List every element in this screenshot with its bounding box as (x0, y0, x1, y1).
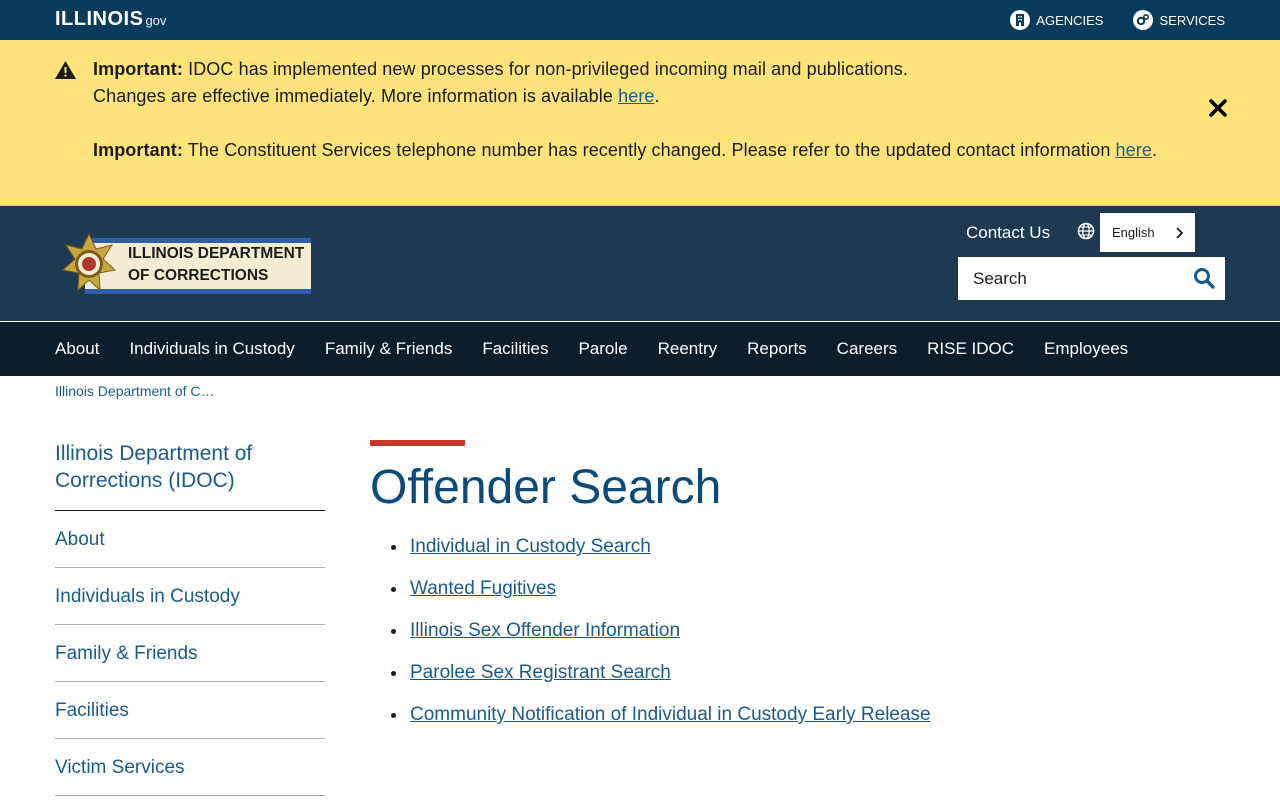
main-content: Offender Search Individual in Custody Se… (370, 440, 1230, 742)
alert-line-2: Changes are effective immediately. More … (93, 83, 1213, 110)
close-icon (1209, 99, 1227, 117)
nav-item-parole[interactable]: Parole (578, 339, 627, 359)
list-item: Wanted Fugitives (370, 574, 1230, 616)
offender-search-links: Individual in Custody Search Wanted Fugi… (370, 532, 1230, 742)
state-utility-bar: ILLINOIS gov AGENCIES SERVICES (0, 0, 1280, 40)
alert-phone-text: The Constituent Services telephone numbe… (183, 140, 1116, 160)
nav-item-about[interactable]: About (55, 339, 99, 359)
nav-item-careers[interactable]: Careers (837, 339, 897, 359)
sidebar-item-victim-services[interactable]: Victim Services (55, 739, 325, 796)
sidebar-item-individuals-in-custody[interactable]: Individuals in Custody (55, 568, 325, 625)
idoc-logo[interactable]: ILLINOIS DEPARTMENT OF CORRECTIONS (55, 232, 315, 302)
agencies-link[interactable]: AGENCIES (1010, 10, 1103, 30)
contact-us-link[interactable]: Contact Us (966, 223, 1050, 243)
bullet (391, 713, 396, 718)
alert-mail-here-link[interactable]: here (618, 86, 654, 106)
close-alert-button[interactable] (1206, 96, 1230, 120)
illinois-logo-word: ILLINOIS (55, 8, 144, 30)
top-links: AGENCIES SERVICES (1010, 0, 1225, 40)
early-release-notification-link[interactable]: Community Notification of Individual in … (410, 704, 931, 725)
individual-in-custody-search-link[interactable]: Individual in Custody Search (410, 536, 651, 557)
list-item: Parolee Sex Registrant Search (370, 658, 1230, 700)
page-title: Offender Search (370, 461, 722, 514)
site-search (958, 257, 1225, 300)
bullet (391, 671, 396, 676)
nav-item-rise-idoc[interactable]: RISE IDOC (927, 339, 1014, 359)
wanted-fugitives-link[interactable]: Wanted Fugitives (410, 578, 556, 599)
building-icon (1010, 10, 1031, 30)
nav-item-individuals-in-custody[interactable]: Individuals in Custody (129, 339, 294, 359)
nav-item-facilities[interactable]: Facilities (482, 339, 548, 359)
alert-phone-here-link[interactable]: here (1116, 140, 1152, 160)
sex-offender-information-link[interactable]: Illinois Sex Offender Information (410, 620, 680, 641)
alert-line-3: Important: The Constituent Services tele… (93, 137, 1213, 164)
nav-item-family-friends[interactable]: Family & Friends (325, 339, 453, 359)
alert-important-label-2: Important: (93, 140, 183, 160)
language-selector[interactable]: English (1100, 213, 1195, 252)
alert-message: Important: IDOC has implemented new proc… (93, 56, 1213, 164)
illinois-gov-logo[interactable]: ILLINOIS gov (55, 8, 166, 31)
alert-spacer (93, 110, 1213, 137)
nav-item-reports[interactable]: Reports (747, 339, 807, 359)
parolee-sex-registrant-search-link[interactable]: Parolee Sex Registrant Search (410, 662, 671, 683)
language-value: English (1112, 225, 1155, 240)
sidebar-item-facilities[interactable]: Facilities (55, 682, 325, 739)
services-link[interactable]: SERVICES (1133, 10, 1225, 30)
alert-mail-text: IDOC has implemented new processes for n… (183, 59, 908, 79)
list-item: Individual in Custody Search (370, 532, 1230, 574)
logo-line-1: ILLINOIS DEPARTMENT (128, 245, 305, 262)
services-label: SERVICES (1159, 12, 1225, 28)
warning-icon (55, 61, 76, 84)
logo-line-2: OF CORRECTIONS (128, 267, 268, 284)
title-accent-rule (370, 440, 465, 446)
main-nav-list: About Individuals in Custody Family & Fr… (55, 322, 1280, 376)
nav-item-reentry[interactable]: Reentry (658, 339, 718, 359)
nav-item-employees[interactable]: Employees (1044, 339, 1128, 359)
bullet (391, 629, 396, 634)
gears-icon (1133, 10, 1154, 30)
alert-important-label: Important: (93, 59, 183, 79)
list-item: Illinois Sex Offender Information (370, 616, 1230, 658)
main-navigation: About Individuals in Custody Family & Fr… (0, 322, 1280, 376)
section-sidebar: Illinois Department of Corrections (IDOC… (55, 440, 325, 796)
alert-period: . (654, 86, 660, 106)
agencies-label: AGENCIES (1036, 12, 1104, 28)
important-alert-banner: Important: IDOC has implemented new proc… (0, 40, 1280, 206)
alert-line-1: Important: IDOC has implemented new proc… (93, 56, 1213, 83)
breadcrumb[interactable]: Illinois Department of C… (55, 383, 215, 399)
sidebar-item-family-friends[interactable]: Family & Friends (55, 625, 325, 682)
chevron-right-icon (1176, 226, 1183, 239)
bullet (391, 545, 396, 550)
agency-header: ILLINOIS DEPARTMENT OF CORRECTIONS Conta… (0, 206, 1280, 322)
sidebar-item-about[interactable]: About (55, 511, 325, 568)
list-item: Community Notification of Individual in … (370, 700, 1230, 742)
bullet (391, 587, 396, 592)
alert-period-2: . (1151, 140, 1158, 160)
globe-icon (1077, 222, 1095, 240)
search-icon (1194, 268, 1215, 289)
illinois-logo-suffix: gov (145, 13, 167, 28)
alert-effective-text: Changes are effective immediately. More … (93, 86, 619, 106)
search-input[interactable] (958, 258, 1178, 299)
sidebar-title[interactable]: Illinois Department of Corrections (IDOC… (55, 440, 325, 511)
search-button[interactable] (1193, 267, 1215, 289)
